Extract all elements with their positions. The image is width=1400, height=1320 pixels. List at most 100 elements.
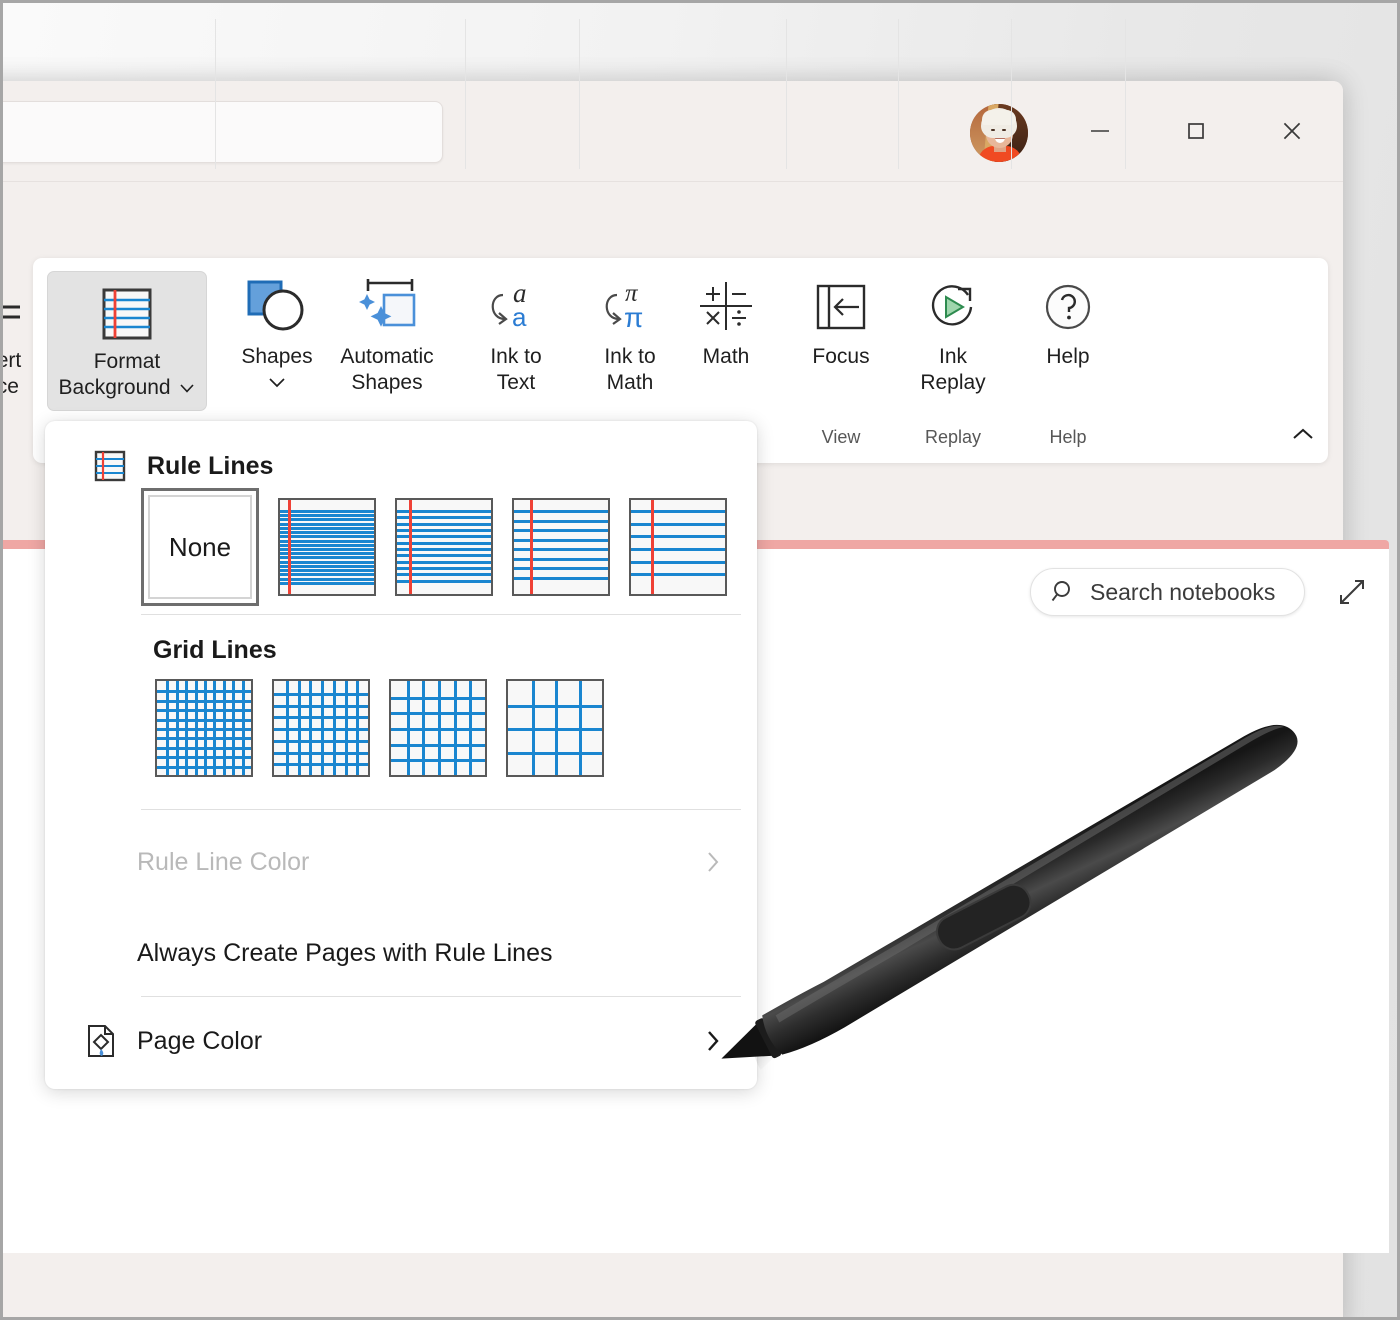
grid-line-horizontal bbox=[157, 737, 251, 740]
menu-item-rule-line-color[interactable]: Rule Line Color bbox=[65, 830, 741, 894]
ink-to-text-button[interactable]: a a Ink to Text bbox=[473, 271, 559, 395]
rule-line bbox=[280, 578, 374, 581]
ink-replay-icon bbox=[922, 271, 984, 343]
grid-line-vertical bbox=[345, 681, 348, 775]
math-button[interactable]: Math bbox=[687, 271, 765, 370]
ink-to-math-button[interactable]: π π Ink to Math bbox=[587, 271, 673, 395]
grid-line-horizontal bbox=[274, 763, 368, 766]
insert-space-label-line1: ert bbox=[0, 348, 21, 374]
rule-line bbox=[280, 544, 374, 547]
rule-line bbox=[280, 561, 374, 564]
rule-line bbox=[280, 573, 374, 576]
maximize-button[interactable] bbox=[1161, 81, 1231, 181]
rule-line bbox=[280, 510, 374, 513]
automatic-shapes-button[interactable]: Automatic Shapes bbox=[329, 271, 445, 395]
avatar-eye-right bbox=[1002, 129, 1006, 131]
rule-line bbox=[514, 567, 608, 570]
grid-lines-title: Grid Lines bbox=[153, 636, 277, 665]
ribbon-separator-1 bbox=[215, 19, 216, 169]
help-button[interactable]: Help bbox=[1023, 271, 1113, 370]
grid-lines-very-large-swatch[interactable] bbox=[506, 679, 604, 777]
rule-line bbox=[514, 520, 608, 523]
collapse-ribbon-button[interactable] bbox=[1288, 421, 1318, 447]
ribbon-separator-5 bbox=[898, 19, 899, 169]
rule-lines-section-header: Rule Lines bbox=[93, 449, 273, 483]
grid-line-vertical bbox=[223, 681, 226, 775]
search-notebooks-box[interactable]: Search notebooks bbox=[1030, 568, 1305, 616]
menu-item-page-color[interactable]: Page Color bbox=[65, 1009, 741, 1073]
rule-line-color-label: Rule Line Color bbox=[137, 848, 685, 877]
grid-line-horizontal bbox=[157, 747, 251, 750]
rule-line bbox=[631, 535, 725, 538]
focus-button[interactable]: Focus bbox=[795, 271, 887, 370]
help-icon bbox=[1038, 271, 1098, 343]
rule-line bbox=[514, 529, 608, 532]
title-bar-search-box[interactable] bbox=[0, 101, 443, 163]
grid-lines-medium-swatch[interactable] bbox=[272, 679, 370, 777]
grid-lines-large-swatch[interactable] bbox=[389, 679, 487, 777]
format-background-label-line1: Format bbox=[59, 349, 196, 375]
rule-lines-standard-swatch[interactable] bbox=[512, 498, 610, 596]
ribbon-separator-2 bbox=[465, 19, 466, 169]
close-button[interactable] bbox=[1257, 81, 1327, 181]
rule-line bbox=[514, 539, 608, 542]
svg-text:π: π bbox=[624, 302, 643, 333]
rule-lines-none-label: None bbox=[169, 532, 231, 563]
ribbon-separator-7 bbox=[1125, 19, 1126, 169]
math-label: Math bbox=[703, 344, 750, 370]
group-label-replay: Replay bbox=[906, 427, 1000, 448]
ribbon-separator-4 bbox=[786, 19, 787, 169]
page-color-label: Page Color bbox=[137, 1027, 685, 1056]
grid-line-vertical bbox=[579, 681, 582, 775]
focus-icon bbox=[811, 271, 871, 343]
help-label: Help bbox=[1046, 344, 1089, 370]
format-background-button[interactable]: Format Background bbox=[47, 271, 207, 411]
grid-line-vertical bbox=[356, 681, 359, 775]
ink-to-text-label-line2: Text bbox=[490, 370, 541, 396]
automatic-shapes-label-line1: Automatic bbox=[340, 344, 433, 370]
format-background-flyout: Rule Lines None Grid Lines bbox=[45, 421, 757, 1089]
insert-space-icon bbox=[0, 279, 32, 347]
shapes-button[interactable]: Shapes bbox=[231, 271, 323, 395]
avatar[interactable] bbox=[970, 104, 1028, 162]
rule-lines-none-swatch[interactable]: None bbox=[141, 488, 259, 606]
insert-space-button[interactable]: ert ce bbox=[0, 271, 37, 411]
rule-lines-narrow-swatch[interactable] bbox=[278, 498, 376, 596]
ink-to-math-label-line2: Math bbox=[604, 370, 655, 396]
rule-line bbox=[631, 561, 725, 564]
rule-line bbox=[514, 548, 608, 551]
rule-line bbox=[631, 510, 725, 513]
menu-item-always-create-pages[interactable]: Always Create Pages with Rule Lines bbox=[65, 921, 741, 985]
close-icon bbox=[1279, 118, 1305, 144]
rule-lines-swatch-row: None bbox=[141, 498, 727, 606]
ink-replay-label-line2: Replay bbox=[920, 370, 985, 396]
grid-lines-small-swatch[interactable] bbox=[155, 679, 253, 777]
ribbon-separator-3 bbox=[579, 19, 580, 169]
rule-lines-wide-swatch[interactable] bbox=[629, 498, 727, 596]
insert-space-label-line2: ce bbox=[0, 374, 21, 400]
ink-to-math-label-line1: Ink to bbox=[604, 344, 655, 370]
chevron-up-icon bbox=[1291, 427, 1315, 442]
minimize-icon bbox=[1088, 119, 1112, 143]
title-bar bbox=[0, 81, 1343, 181]
automatic-shapes-icon bbox=[354, 271, 420, 343]
chevron-down-icon bbox=[267, 376, 287, 389]
rule-line bbox=[280, 523, 374, 526]
expand-search-button[interactable] bbox=[1333, 573, 1371, 611]
grid-line-vertical bbox=[213, 681, 216, 775]
grid-line-horizontal bbox=[508, 752, 602, 755]
rule-lines-college-swatch[interactable] bbox=[395, 498, 493, 596]
grid-lines-section-header: Grid Lines bbox=[153, 636, 277, 665]
search-notebooks-placeholder: Search notebooks bbox=[1090, 579, 1275, 606]
rule-line bbox=[631, 523, 725, 526]
group-label-help: Help bbox=[1023, 427, 1113, 448]
grid-line-vertical bbox=[469, 681, 472, 775]
grid-line-vertical bbox=[333, 681, 336, 775]
margin-line bbox=[288, 500, 291, 594]
grid-lines-swatch-row bbox=[155, 679, 604, 777]
ink-replay-button[interactable]: Ink Replay bbox=[906, 271, 1000, 395]
rule-line bbox=[631, 573, 725, 576]
automatic-shapes-label-line2: Shapes bbox=[340, 370, 433, 396]
rule-line bbox=[280, 514, 374, 517]
rule-line bbox=[514, 510, 608, 513]
